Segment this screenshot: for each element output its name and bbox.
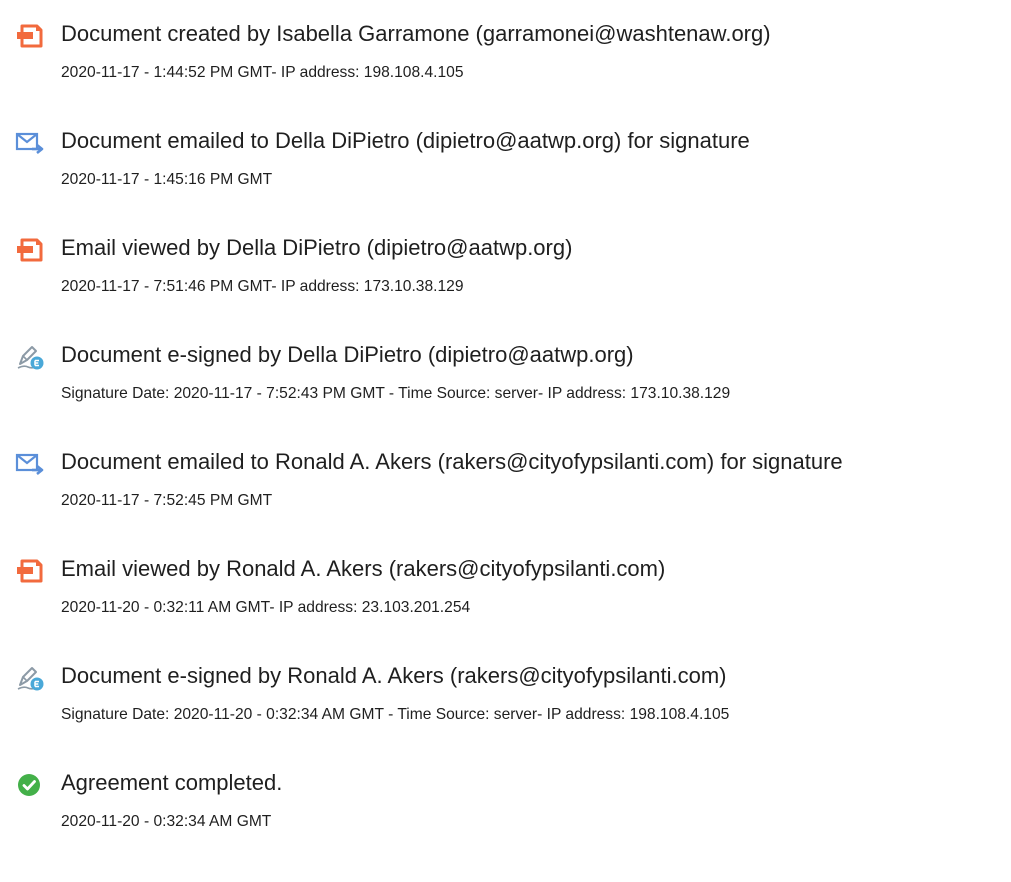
event-title: Document emailed to Ronald A. Akers (rak… bbox=[61, 449, 843, 474]
event-detail: Signature Date: 2020-11-20 - 0:32:34 AM … bbox=[61, 706, 730, 723]
event-title: Document created by Isabella Garramone (… bbox=[61, 21, 771, 46]
event-document-e-signed: Document e-signed by Ronald A. Akers (ra… bbox=[0, 660, 1011, 750]
event-title: Email viewed by Della DiPietro (dipietro… bbox=[61, 235, 573, 260]
document-icon bbox=[14, 22, 46, 50]
check-circle-icon bbox=[14, 771, 46, 799]
event-detail: Signature Date: 2020-11-17 - 7:52:43 PM … bbox=[61, 385, 731, 402]
email-sent-icon bbox=[14, 129, 46, 157]
event-agreement-completed: Agreement completed. 2020-11-20 - 0:32:3… bbox=[0, 767, 1011, 857]
email-sent-icon bbox=[14, 450, 46, 478]
event-detail: 2020-11-17 - 1:44:52 PM GMT- IP address:… bbox=[61, 64, 464, 81]
event-document-emailed: Document emailed to Della DiPietro (dipi… bbox=[0, 125, 1011, 215]
event-title: Document emailed to Della DiPietro (dipi… bbox=[61, 128, 750, 153]
event-title: Document e-signed by Della DiPietro (dip… bbox=[61, 342, 634, 367]
event-email-viewed: Email viewed by Della DiPietro (dipietro… bbox=[0, 232, 1011, 322]
event-title: Document e-signed by Ronald A. Akers (ra… bbox=[61, 663, 727, 688]
e-sign-pen-icon bbox=[14, 664, 46, 692]
document-icon bbox=[14, 236, 46, 264]
event-document-created: Document created by Isabella Garramone (… bbox=[0, 18, 1011, 108]
audit-trail-timeline: Document created by Isabella Garramone (… bbox=[0, 0, 1011, 882]
event-detail: 2020-11-17 - 7:52:45 PM GMT bbox=[61, 492, 273, 509]
event-detail: 2020-11-17 - 7:51:46 PM GMT- IP address:… bbox=[61, 278, 464, 295]
event-detail: 2020-11-20 - 0:32:11 AM GMT- IP address:… bbox=[61, 599, 471, 616]
event-title: Agreement completed. bbox=[61, 770, 283, 795]
event-document-emailed: Document emailed to Ronald A. Akers (rak… bbox=[0, 446, 1011, 536]
document-icon bbox=[14, 557, 46, 585]
event-title: Email viewed by Ronald A. Akers (rakers@… bbox=[61, 556, 666, 581]
event-detail: 2020-11-17 - 1:45:16 PM GMT bbox=[61, 171, 273, 188]
e-sign-pen-icon bbox=[14, 343, 46, 371]
event-email-viewed: Email viewed by Ronald A. Akers (rakers@… bbox=[0, 553, 1011, 643]
event-document-e-signed: Document e-signed by Della DiPietro (dip… bbox=[0, 339, 1011, 429]
event-detail: 2020-11-20 - 0:32:34 AM GMT bbox=[61, 813, 272, 830]
